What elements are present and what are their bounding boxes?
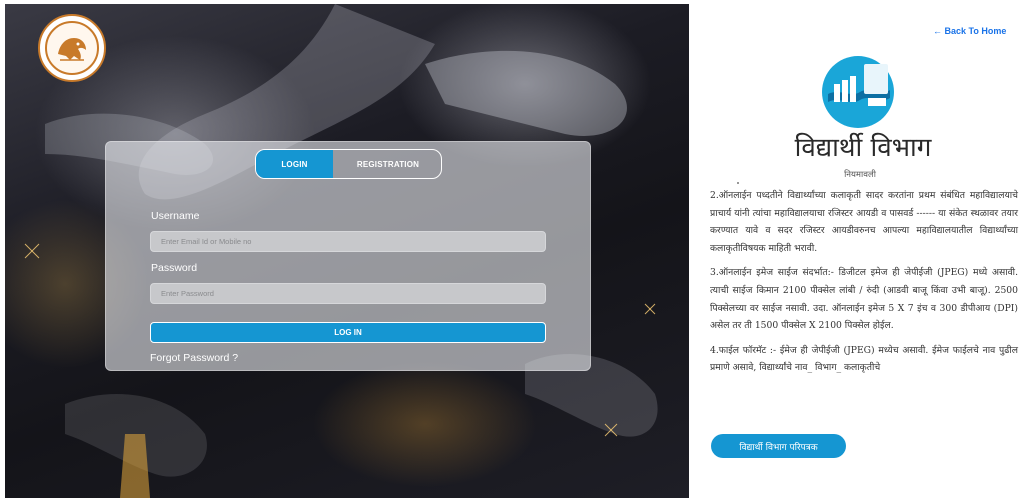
auth-tabs: LOGIN REGISTRATION	[255, 149, 442, 179]
rule-item: 4.फाईल फॉरमॅट :- ईमेज ही जेपीईजी (JPEG) …	[710, 344, 1018, 374]
rules-list: 2.ऑनलाईन पध्दतीने विद्यार्थ्यांच्या कलाक…	[710, 187, 1018, 384]
tab-login[interactable]: LOGIN	[256, 150, 333, 178]
forgot-password-link[interactable]: Forgot Password ?	[150, 352, 238, 364]
department-title: विद्यार्थी विभाग	[794, 133, 932, 163]
password-input[interactable]	[150, 283, 546, 304]
rule-item: 3.ऑनलाईन इमेज साईज संदर्भात:- डिजीटल इमे…	[710, 267, 1018, 332]
lion-emblem-icon	[45, 21, 99, 75]
password-label: Password	[151, 262, 198, 274]
login-button[interactable]: LOG IN	[150, 322, 546, 343]
rules-heading: नियमावली	[844, 170, 876, 180]
student-circular-button[interactable]: विद्यार्थी विभाग परिपत्रक	[711, 434, 846, 458]
username-label: Username	[151, 210, 200, 222]
login-card: LOGIN REGISTRATION Username Password LOG…	[105, 141, 591, 371]
back-to-home-link[interactable]: ← Back To Home	[933, 26, 1006, 36]
hero-banner: LOGIN REGISTRATION Username Password LOG…	[5, 4, 689, 498]
rule-item: 2.ऑनलाईन पध्दतीने विद्यार्थ्यांच्या कलाक…	[710, 190, 1018, 254]
organization-logo	[38, 14, 106, 82]
username-input[interactable]	[150, 231, 546, 252]
maharashtra-anniversary-emblem-icon	[822, 56, 894, 128]
decorative-dot	[737, 182, 739, 184]
tab-registration[interactable]: REGISTRATION	[333, 150, 441, 178]
